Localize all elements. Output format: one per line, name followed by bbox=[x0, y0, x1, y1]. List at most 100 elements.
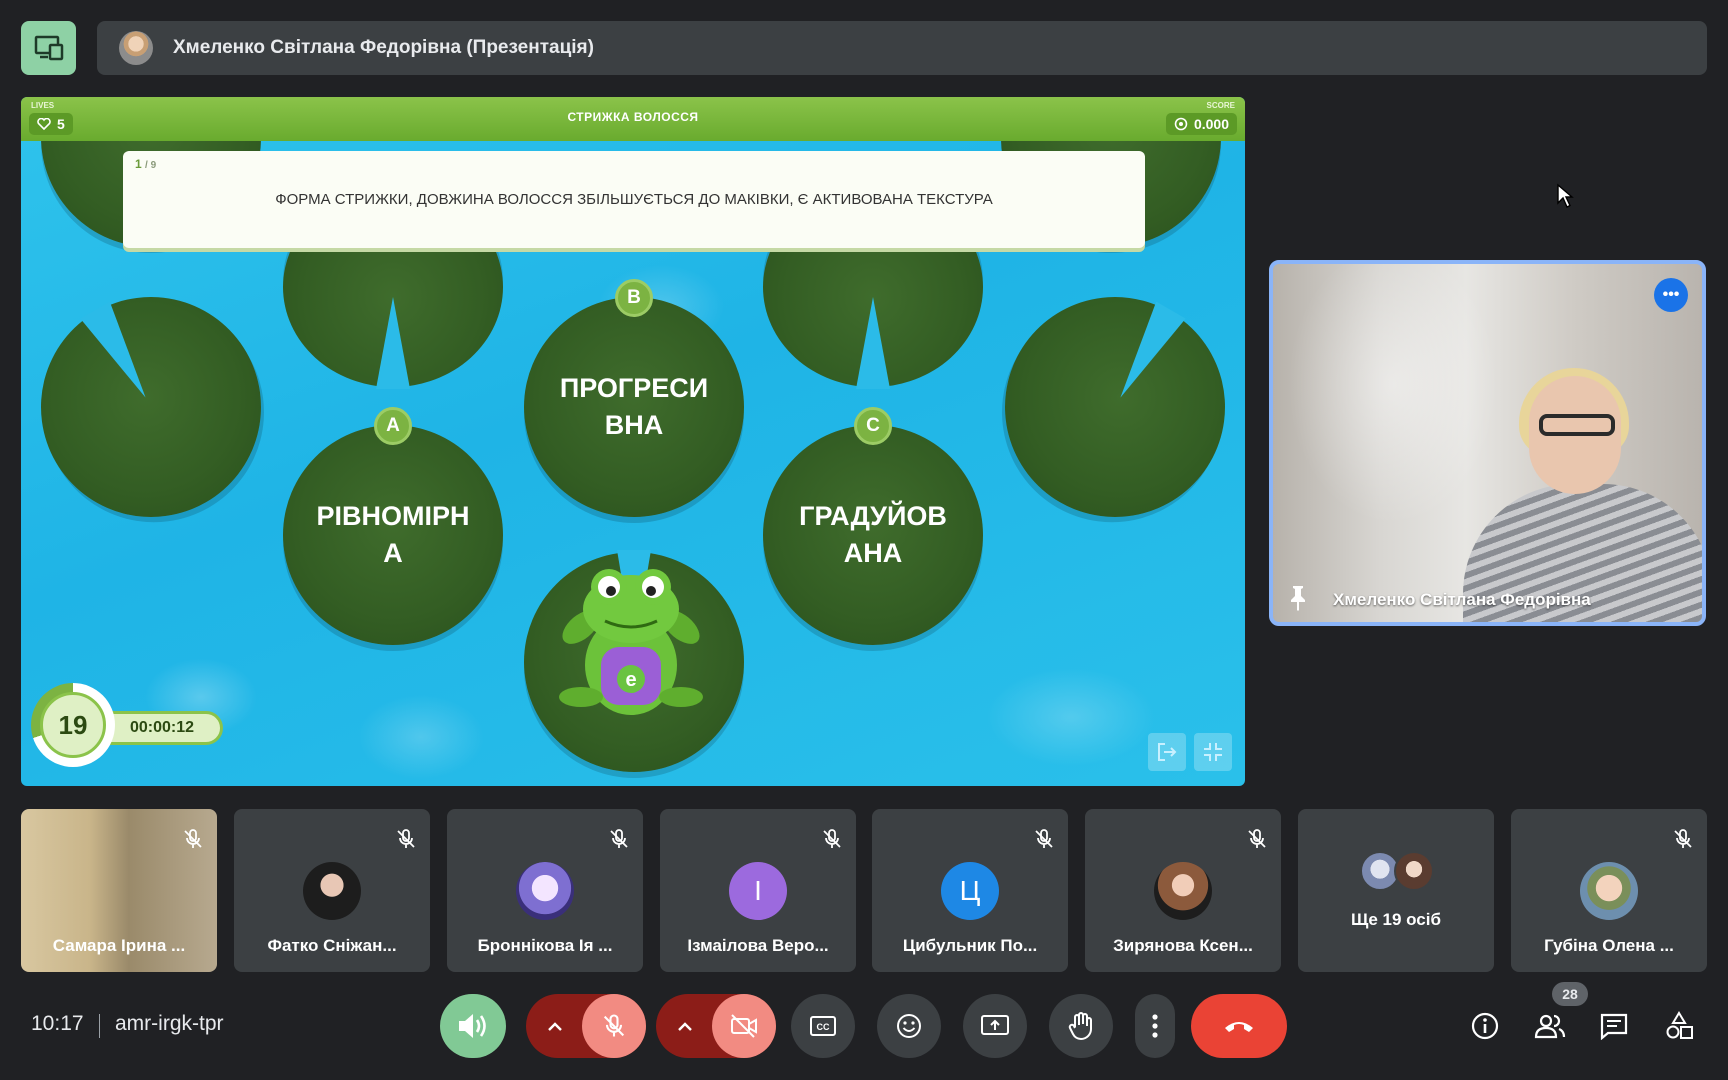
participant-avatar bbox=[1580, 862, 1638, 920]
participant-tile[interactable]: Зирянова Ксен... bbox=[1085, 809, 1281, 972]
question-text: ФОРМА СТРИЖКИ, ДОВЖИНА ВОЛОССЯ ЗБІЛЬШУЄТ… bbox=[275, 191, 993, 208]
participant-tile[interactable]: Ц Цибульник По... bbox=[872, 809, 1068, 972]
participant-name: Самара Ірина ... bbox=[52, 936, 186, 955]
lily-pad bbox=[21, 256, 302, 558]
lily-pad bbox=[964, 256, 1245, 558]
coin-icon bbox=[1174, 117, 1188, 131]
answer-c-text: ГРАДУЙОВ АНА bbox=[799, 501, 947, 568]
reactions-button[interactable] bbox=[877, 994, 941, 1058]
volume-icon bbox=[459, 1014, 486, 1038]
presenter-banner[interactable]: Хмеленко Світлана Федорівна (Презентація… bbox=[97, 21, 1707, 75]
answer-b-letter: B bbox=[615, 279, 653, 317]
hand-icon bbox=[1068, 1012, 1092, 1041]
participant-initial-avatar: І bbox=[729, 862, 787, 920]
question-card: 1 / 9 ФОРМА СТРИЖКИ, ДОВЖИНА ВОЛОССЯ ЗБІ… bbox=[123, 151, 1145, 248]
game-header: LIVES 5 СТРИЖКА ВОЛОССЯ SCORE 0.000 bbox=[21, 97, 1245, 141]
mic-toggle-button[interactable] bbox=[582, 994, 646, 1058]
closed-captions-icon: CC bbox=[810, 1016, 836, 1036]
exit-game-button[interactable] bbox=[1148, 733, 1186, 771]
layout-toggle-button[interactable] bbox=[21, 21, 76, 75]
lives-label: LIVES bbox=[31, 101, 55, 110]
presenter-avatar bbox=[119, 31, 153, 65]
question-counter: 1 / 9 bbox=[135, 157, 156, 171]
exit-icon bbox=[1158, 743, 1177, 761]
present-icon bbox=[981, 1015, 1009, 1035]
leave-call-button[interactable] bbox=[1191, 994, 1287, 1058]
pin-icon[interactable] bbox=[1287, 584, 1309, 612]
chevron-up-icon[interactable] bbox=[676, 1020, 694, 1032]
participant-name: Фатко Сніжан... bbox=[267, 936, 397, 955]
muted-mic-icon bbox=[184, 829, 202, 848]
participant-name: Губіна Олена ... bbox=[1544, 936, 1674, 955]
more-options-button[interactable]: ••• bbox=[1654, 278, 1688, 312]
participant-tile[interactable]: Броннікова Ія ... bbox=[447, 809, 643, 972]
muted-mic-icon bbox=[1035, 829, 1053, 848]
shapes-icon bbox=[1666, 1011, 1693, 1039]
activities-button[interactable] bbox=[1656, 1003, 1702, 1049]
present-screen-button[interactable] bbox=[963, 994, 1027, 1058]
mouse-cursor-icon bbox=[1557, 183, 1574, 208]
people-button[interactable] bbox=[1527, 1003, 1573, 1049]
stacked-avatars bbox=[1360, 851, 1440, 891]
chat-button[interactable] bbox=[1591, 1003, 1637, 1049]
collapse-icon bbox=[1204, 743, 1222, 761]
muted-mic-icon bbox=[610, 829, 628, 848]
pinned-speaker-tile[interactable]: ••• Хмеленко Світлана Федорівна bbox=[1269, 260, 1706, 626]
muted-mic-icon bbox=[397, 829, 415, 848]
muted-mic-icon bbox=[823, 829, 841, 848]
emoji-icon bbox=[897, 1014, 921, 1038]
participant-tile[interactable]: І Ізмаілова Веро... bbox=[660, 809, 856, 972]
camera-control[interactable] bbox=[656, 994, 776, 1058]
participant-tile[interactable]: Фатко Сніжан... bbox=[234, 809, 430, 972]
answer-a-letter: A bbox=[374, 407, 412, 445]
game-title: СТРИЖКА ВОЛОССЯ bbox=[567, 110, 699, 124]
answer-b-pad[interactable]: B ПРОГРЕСИ ВНА bbox=[524, 279, 744, 517]
participant-avatar bbox=[1394, 851, 1434, 891]
microphone-control[interactable] bbox=[526, 994, 646, 1058]
meeting-info-button[interactable] bbox=[1462, 1003, 1508, 1049]
participant-name: Броннікова Ія ... bbox=[477, 936, 613, 955]
participant-avatar bbox=[303, 862, 361, 920]
more-participants-tile[interactable]: Ще 19 осіб bbox=[1298, 809, 1494, 972]
people-icon bbox=[1534, 1014, 1566, 1039]
chat-icon bbox=[1600, 1013, 1628, 1040]
question-current: 1 bbox=[135, 157, 142, 171]
participant-avatar bbox=[1154, 862, 1212, 920]
participant-avatar bbox=[516, 862, 574, 920]
score-label: SCORE bbox=[1206, 101, 1235, 110]
raise-hand-button[interactable] bbox=[1049, 994, 1113, 1058]
presenter-name: Хмеленко Світлана Федорівна (Презентація… bbox=[173, 37, 594, 58]
frog-character-icon: e bbox=[559, 569, 703, 715]
chevron-up-icon[interactable] bbox=[546, 1020, 564, 1032]
divider bbox=[99, 1014, 100, 1038]
answer-b-text: ПРОГРЕСИ ВНА bbox=[559, 373, 709, 440]
frog-badge-letter: e bbox=[625, 669, 636, 691]
participant-name: Цибульник По... bbox=[902, 936, 1038, 955]
svg-text:CC: CC bbox=[817, 1022, 830, 1032]
participant-tile[interactable]: Самара Ірина ... bbox=[21, 809, 217, 972]
countdown-value: 19 bbox=[40, 692, 106, 758]
speaker-name: Хмеленко Світлана Федорівна bbox=[1333, 590, 1591, 609]
more-vert-icon bbox=[1152, 1014, 1158, 1038]
camera-toggle-button[interactable] bbox=[712, 994, 776, 1058]
more-options-toolbar-button[interactable] bbox=[1135, 994, 1175, 1058]
speaker-audio-button[interactable] bbox=[440, 994, 506, 1058]
participant-initial-avatar: Ц bbox=[941, 862, 999, 920]
hang-up-icon bbox=[1225, 1022, 1253, 1032]
participant-name: Зирянова Ксен... bbox=[1113, 936, 1253, 955]
score-counter: 0.000 bbox=[1165, 113, 1237, 135]
shared-screen-game[interactable]: B ПРОГРЕСИ ВНА A РІВНОМІРН А C ГРАДУЙОВ … bbox=[21, 97, 1245, 786]
fullscreen-exit-button[interactable] bbox=[1194, 733, 1232, 771]
countdown-ring: 19 bbox=[31, 683, 115, 767]
answer-a-pad[interactable]: A РІВНОМІРН А bbox=[283, 407, 503, 645]
answer-c-pad[interactable]: C ГРАДУЙОВ АНА bbox=[763, 407, 983, 645]
captions-button[interactable]: CC bbox=[791, 994, 855, 1058]
speaker-glasses bbox=[1539, 414, 1615, 436]
camera-off-icon bbox=[731, 1014, 757, 1038]
muted-mic-icon bbox=[1248, 829, 1266, 848]
answer-a-text: РІВНОМІРН А bbox=[316, 501, 470, 568]
meeting-code[interactable]: amr-irgk-tpr bbox=[115, 1012, 224, 1036]
presentation-layout-icon bbox=[34, 35, 63, 61]
participant-tile[interactable]: Губіна Олена ... bbox=[1511, 809, 1707, 972]
mic-off-icon bbox=[603, 1014, 625, 1037]
